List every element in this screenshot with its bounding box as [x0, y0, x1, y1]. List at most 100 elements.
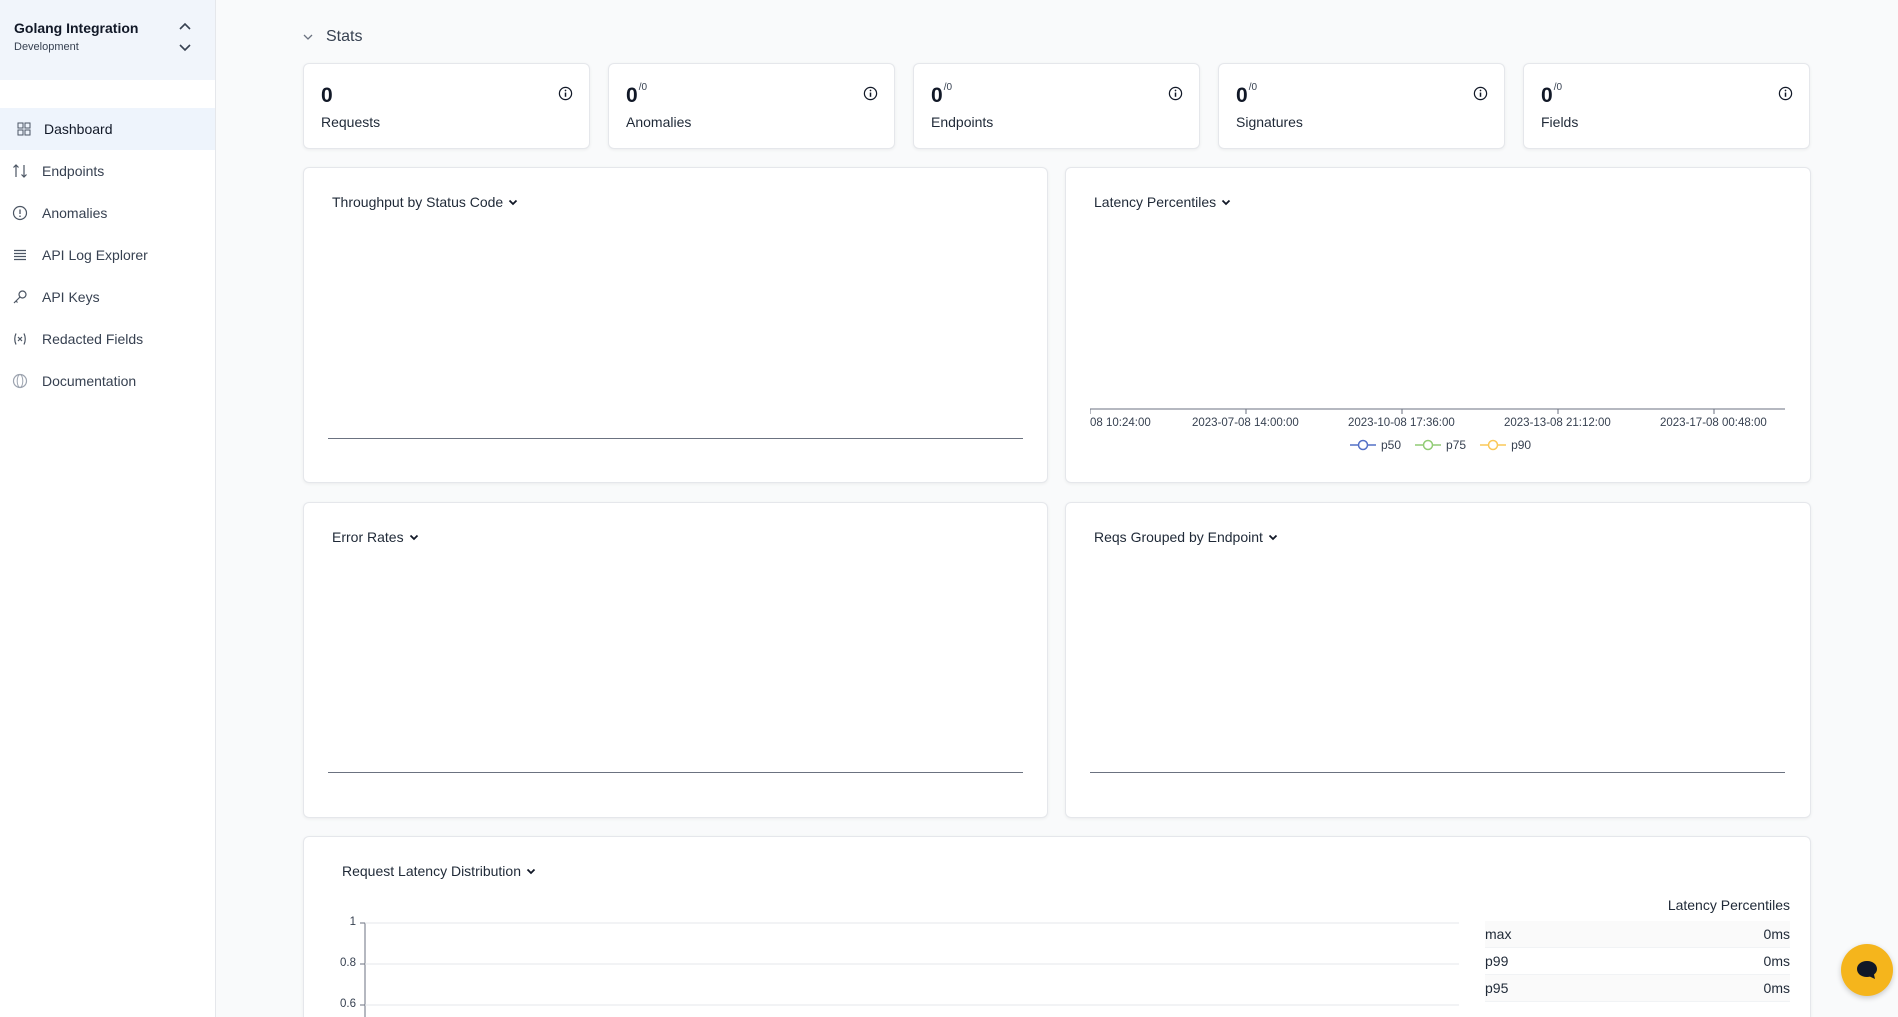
project-switcher[interactable]: Golang Integration Development — [0, 0, 215, 80]
sidebar-item-dashboard[interactable]: Dashboard — [0, 108, 215, 150]
grid-icon — [16, 121, 32, 137]
info-icon[interactable] — [1778, 86, 1793, 101]
project-name: Golang Integration — [14, 20, 139, 36]
stats-section-title: Stats — [326, 28, 363, 45]
x-axis — [328, 772, 1023, 773]
stat-card-requests: 0 Requests — [303, 63, 590, 149]
info-icon[interactable] — [1473, 86, 1488, 101]
caret-down-icon — [526, 868, 536, 874]
y-tick-label: 0.6 — [340, 998, 356, 1010]
caret-down-icon — [409, 534, 418, 540]
stat-value: 0/0 — [1541, 82, 1563, 107]
key-icon — [12, 289, 28, 305]
row-label: max — [1485, 926, 1512, 942]
reqs-by-endpoint-chart-card: Reqs Grouped by Endpoint — [1065, 502, 1811, 818]
sidebar-item-api-log-explorer[interactable]: API Log Explorer — [0, 234, 215, 276]
chart-dropdown[interactable]: Reqs Grouped by Endpoint — [1094, 529, 1278, 545]
chart-dropdown[interactable]: Latency Percentiles — [1094, 194, 1231, 210]
latency-distribution-card: Request Latency Distribution 1 0.8 0.6 L… — [303, 836, 1811, 1017]
table-body: max 0ms p99 0ms p95 0ms — [1485, 921, 1790, 1002]
legend-label: p90 — [1511, 438, 1532, 452]
sidebar-item-label: Endpoints — [42, 163, 105, 179]
alert-circle-icon — [12, 205, 28, 221]
stat-label: Fields — [1541, 114, 1579, 130]
legend-marker-icon — [1415, 439, 1442, 451]
variable-icon — [12, 331, 28, 347]
y-tick-label: 0.8 — [340, 957, 356, 969]
x-tick-label: 2023-13-08 21:12:00 — [1504, 417, 1611, 429]
latency-distribution-plot — [360, 922, 1459, 1017]
sidebar-item-label: API Keys — [42, 289, 100, 305]
caret-down-icon — [1222, 199, 1231, 205]
table-row: max 0ms — [1485, 921, 1790, 948]
legend-item-p75[interactable]: p75 — [1415, 438, 1466, 452]
info-icon[interactable] — [863, 86, 878, 101]
y-tick-label: 1 — [349, 916, 356, 928]
stat-label: Anomalies — [626, 114, 692, 130]
x-tick-label: 2023-07-08 14:00:00 — [1192, 417, 1299, 429]
throughput-chart-card: Throughput by Status Code — [303, 167, 1048, 483]
x-axis — [328, 438, 1023, 439]
stat-value: 0 — [321, 84, 333, 107]
table-title: Latency Percentiles — [1667, 897, 1790, 913]
caret-down-icon — [1268, 534, 1278, 540]
sidebar-item-anomalies[interactable]: Anomalies — [0, 192, 215, 234]
row-value: 0ms — [1763, 926, 1790, 942]
sidebar-item-documentation[interactable]: Documentation — [0, 360, 215, 402]
chevron-up-icon[interactable] — [177, 20, 193, 32]
list-icon — [12, 247, 28, 263]
globe-icon — [12, 373, 28, 389]
legend-item-p90[interactable]: p90 — [1480, 438, 1531, 452]
sidebar-item-label: API Log Explorer — [42, 247, 148, 263]
error-rates-chart-card: Error Rates — [303, 502, 1048, 818]
sidebar-item-label: Anomalies — [42, 205, 108, 221]
info-icon[interactable] — [1168, 86, 1183, 101]
stats-section-toggle[interactable]: Stats — [302, 28, 362, 46]
chart-title: Reqs Grouped by Endpoint — [1094, 529, 1263, 545]
chart-title: Request Latency Distribution — [342, 863, 521, 879]
x-axis — [1090, 772, 1785, 773]
row-label: p99 — [1485, 953, 1509, 969]
sidebar-item-endpoints[interactable]: Endpoints — [0, 150, 215, 192]
x-tick-label: 2023-10-08 17:36:00 — [1348, 417, 1455, 429]
chat-bubble-icon — [1857, 961, 1877, 979]
x-tick-label: 08 10:24:00 — [1090, 417, 1151, 429]
chart-legend: p50 p75 p90 — [1350, 438, 1531, 452]
legend-label: p75 — [1446, 438, 1467, 452]
project-environment: Development — [14, 41, 79, 53]
x-tick-label: 2023-17-08 00:48:00 — [1660, 417, 1767, 429]
info-icon[interactable] — [558, 86, 573, 101]
table-row: p95 0ms — [1485, 975, 1790, 1002]
arrows-up-down-icon — [12, 163, 28, 179]
row-value: 0ms — [1763, 980, 1790, 996]
latency-chart-card: Latency Percentiles 08 10:24:00 2023-07-… — [1065, 167, 1811, 483]
caret-down-icon — [509, 199, 518, 205]
chart-title: Throughput by Status Code — [332, 194, 504, 210]
stat-value: 0/0 — [1236, 82, 1258, 107]
stat-label: Endpoints — [931, 114, 994, 130]
sidebar-item-redacted-fields[interactable]: Redacted Fields — [0, 318, 215, 360]
chart-title: Latency Percentiles — [1094, 194, 1217, 210]
stat-card-signatures: 0/0 Signatures — [1218, 63, 1505, 149]
stat-label: Requests — [321, 114, 381, 130]
latency-percentiles-table: Latency Percentiles max 0ms p99 0ms p95 … — [1485, 897, 1790, 1002]
chart-title: Error Rates — [332, 529, 404, 545]
stat-card-fields: 0/0 Fields — [1523, 63, 1810, 149]
chart-dropdown[interactable]: Throughput by Status Code — [332, 194, 518, 210]
legend-item-p50[interactable]: p50 — [1350, 438, 1401, 452]
stat-card-endpoints: 0/0 Endpoints — [913, 63, 1200, 149]
stat-label: Signatures — [1236, 114, 1303, 130]
chart-dropdown[interactable]: Request Latency Distribution — [342, 863, 536, 879]
sidebar-item-label: Documentation — [42, 373, 137, 389]
sidebar-item-api-keys[interactable]: API Keys — [0, 276, 215, 318]
legend-marker-icon — [1350, 439, 1376, 451]
stat-value: 0/0 — [626, 82, 648, 107]
chart-dropdown[interactable]: Error Rates — [332, 529, 419, 545]
stat-value: 0/0 — [931, 82, 953, 107]
table-row: p99 0ms — [1485, 948, 1790, 975]
legend-marker-icon — [1480, 439, 1507, 451]
chevron-down-icon[interactable] — [177, 42, 193, 54]
sidebar-item-label: Redacted Fields — [42, 331, 144, 347]
row-label: p95 — [1485, 980, 1509, 996]
chat-launcher-button[interactable] — [1841, 944, 1893, 996]
